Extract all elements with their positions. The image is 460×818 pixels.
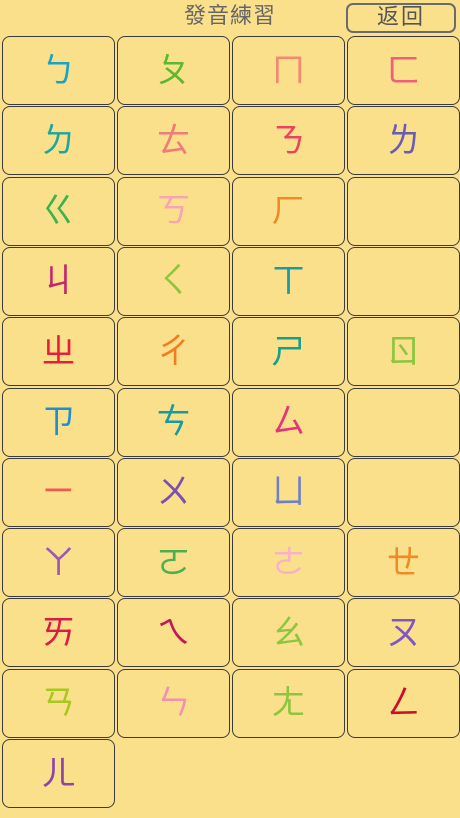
empty-tile xyxy=(347,387,460,457)
symbol-tile[interactable]: ㄙ xyxy=(232,387,345,457)
symbol-tile[interactable]: ㄘ xyxy=(117,387,230,457)
symbol-label: ㄤ xyxy=(271,683,306,724)
symbol-label: ㄖ xyxy=(386,331,421,372)
symbol-tile[interactable]: ㄆ xyxy=(117,36,230,105)
symbol-label: ㄑ xyxy=(156,261,191,302)
symbol-tile[interactable]: ㄨ xyxy=(117,457,230,527)
symbol-tile[interactable]: ㄞ xyxy=(2,598,115,668)
symbol-label: ㄠ xyxy=(271,612,306,653)
symbol-label: ㄔ xyxy=(156,331,191,372)
symbol-label: ㄅ xyxy=(41,50,76,91)
symbol-tile[interactable]: ㄅ xyxy=(2,36,115,105)
back-button[interactable]: 返回 xyxy=(346,3,456,33)
symbol-label: ㄇ xyxy=(271,50,306,91)
symbol-tile[interactable]: ㄟ xyxy=(117,598,230,668)
symbol-label: ㄩ xyxy=(271,472,306,513)
symbol-label: ㄛ xyxy=(156,542,191,583)
symbol-tile[interactable]: ㄉ xyxy=(2,106,115,176)
symbol-label: ㄘ xyxy=(156,402,191,442)
symbol-tile[interactable]: ㄜ xyxy=(232,528,345,598)
symbol-tile[interactable]: ㄋ xyxy=(232,106,345,176)
symbol-tile[interactable]: ㄛ xyxy=(117,528,230,598)
symbol-tile[interactable]: ㄚ xyxy=(2,528,115,598)
symbol-label: ㄈ xyxy=(386,50,421,91)
symbol-label: ㄌ xyxy=(386,120,421,161)
symbol-tile[interactable]: ㄖ xyxy=(347,317,460,387)
symbol-label: ㄉ xyxy=(41,120,76,161)
symbol-tile[interactable]: ㄝ xyxy=(347,528,460,598)
symbol-label: ㄕ xyxy=(271,331,306,372)
symbol-tile[interactable]: ㄗ xyxy=(2,387,115,457)
symbol-label: ㄎ xyxy=(156,191,191,232)
symbol-label: ㄚ xyxy=(41,542,76,583)
symbol-tile[interactable]: ㄢ xyxy=(2,668,115,738)
symbol-tile[interactable]: ㄏ xyxy=(232,176,345,246)
symbol-tile[interactable]: ㄔ xyxy=(117,317,230,387)
symbol-label: ㄒ xyxy=(271,261,306,302)
symbol-label: ㄞ xyxy=(41,612,76,653)
header-bar: 發音練習 返回 xyxy=(0,0,460,36)
empty-tile xyxy=(347,176,460,246)
symbol-label: ㄣ xyxy=(156,683,191,724)
symbol-label: ㄓ xyxy=(41,331,76,372)
symbol-label: ㄢ xyxy=(41,683,76,724)
symbol-label: ㄏ xyxy=(271,191,306,232)
symbol-label: ㄍ xyxy=(41,191,76,232)
symbol-tile[interactable]: ㄕ xyxy=(232,317,345,387)
symbol-label: ㄗ xyxy=(41,402,76,442)
symbol-tile[interactable]: ㄧ xyxy=(2,457,115,527)
symbol-tile[interactable]: ㄈ xyxy=(347,36,460,105)
empty-tile xyxy=(347,246,460,316)
symbol-tile[interactable]: ㄩ xyxy=(232,457,345,527)
symbol-tile[interactable]: ㄑ xyxy=(117,246,230,316)
symbol-tile[interactable]: ㄡ xyxy=(347,598,460,668)
symbol-label: ㄋ xyxy=(271,120,306,161)
symbol-tile[interactable]: ㄍ xyxy=(2,176,115,246)
symbol-label: ㄥ xyxy=(386,683,421,724)
symbol-tile[interactable]: ㄣ xyxy=(117,668,230,738)
symbol-tile[interactable]: ㄥ xyxy=(347,668,460,738)
empty-tile xyxy=(347,457,460,527)
symbol-label: ㄝ xyxy=(386,542,421,583)
symbol-tile[interactable]: ㄒ xyxy=(232,246,345,316)
symbol-tile[interactable]: ㄇ xyxy=(232,36,345,105)
symbol-label: ㄡ xyxy=(386,612,421,653)
symbol-label: ㄧ xyxy=(41,472,76,513)
symbol-tile[interactable]: ㄓ xyxy=(2,317,115,387)
symbol-tile[interactable]: ㄦ xyxy=(2,739,115,808)
symbol-label: ㄆ xyxy=(156,50,191,91)
symbol-label: ㄟ xyxy=(156,612,191,653)
symbol-tile[interactable]: ㄐ xyxy=(2,246,115,316)
symbol-tile[interactable]: ㄌ xyxy=(347,106,460,176)
symbol-label: ㄦ xyxy=(41,753,76,794)
symbol-tile[interactable]: ㄤ xyxy=(232,668,345,738)
symbol-tile[interactable]: ㄠ xyxy=(232,598,345,668)
symbol-label: ㄐ xyxy=(41,261,76,302)
symbol-label: ㄙ xyxy=(271,402,306,442)
symbol-tile[interactable]: ㄎ xyxy=(117,176,230,246)
symbol-label: ㄊ xyxy=(156,120,191,161)
symbol-label: ㄜ xyxy=(271,542,306,583)
symbol-label: ㄨ xyxy=(156,472,191,513)
symbol-tile[interactable]: ㄊ xyxy=(117,106,230,176)
